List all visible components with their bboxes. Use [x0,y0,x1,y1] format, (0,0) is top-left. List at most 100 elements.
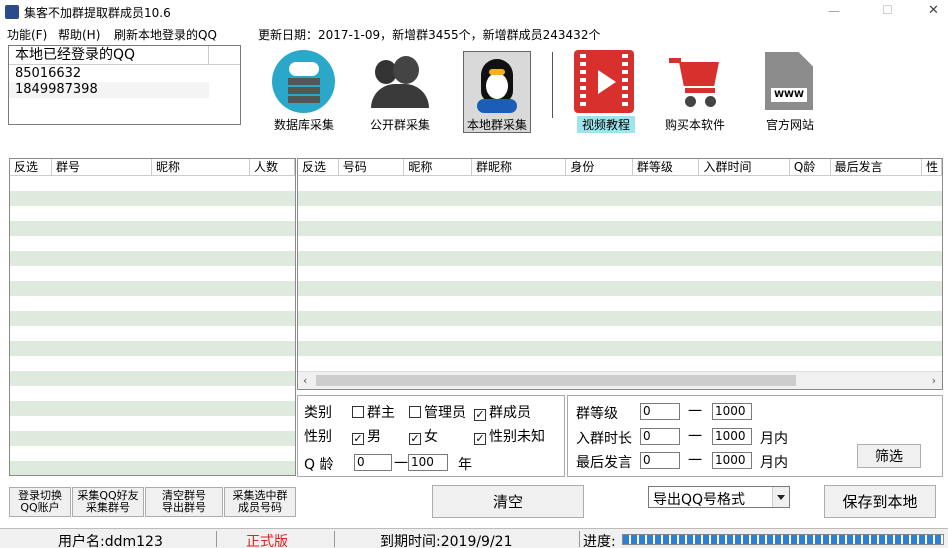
last-to-input[interactable]: 1000 [712,452,752,469]
join-from-input[interactable]: 0 [640,428,680,445]
column-header[interactable]: 昵称 [152,159,250,175]
checkbox-label: 群成员 [489,405,531,421]
filter-panel-left: 类别 群主 管理员 ✓ 群成员 性别 ✓ 男 ✓ 女 ✓ 性别未知 Q 龄 0 一 10… [297,395,565,477]
clear-groups-button[interactable]: 清空群号 导出群号 [145,487,223,517]
toolbar-website[interactable]: WWW 官方网站 [757,50,823,132]
last-dash: 一 [688,453,702,469]
qq-account-item[interactable]: 85016632 [9,66,240,82]
collect-friends-button[interactable]: 采集QQ好友 采集群号 [72,487,144,517]
qage-dash: 一 [394,456,408,472]
gender-label: 性别 [304,429,332,445]
column-header[interactable]: 最后发言 [831,159,923,175]
last-speak-label: 最后发言 [576,455,632,471]
app-icon [5,5,19,19]
member-table-body[interactable] [298,176,942,370]
gender-unknown-checkbox[interactable]: ✓ 性别未知 [474,426,545,446]
gender-male-checkbox[interactable]: ✓ 男 [352,426,381,446]
column-header[interactable]: 群号 [52,159,152,175]
collect-selected-button[interactable]: 采集选中群 成员号码 [224,487,296,517]
qq-penguin-icon [469,55,525,115]
toolbar-video[interactable]: 视频教程 [571,50,637,133]
maximize-button[interactable]: ☐ [882,3,893,17]
checkbox-label: 男 [367,429,381,445]
column-header[interactable]: 昵称 [404,159,472,175]
column-header[interactable]: 群昵称 [472,159,567,175]
cart-icon [665,50,725,113]
status-divider [334,531,335,547]
toolbar-label: 视频教程 [577,116,635,133]
logged-in-header-row: 本地已经登录的QQ [9,46,240,65]
window-title: 集客不加群提取群成员10.6 [24,6,171,20]
close-button[interactable]: ✕ [928,3,939,18]
check-icon: ✓ [474,432,486,445]
filter-panel-right: 群等级 0 一 1000 入群时长 0 一 1000 月内 最后发言 0 一 1… [567,395,943,477]
checkbox-label: 性别未知 [489,429,545,445]
save-local-button[interactable]: 保存到本地 [824,485,936,518]
website-file-icon: WWW [761,50,819,113]
toolbar-database[interactable]: 数据库采集 [268,50,340,132]
menu-function[interactable]: 功能(F) [7,26,47,43]
group-table-header: 反选 群号 昵称 人数 [10,159,295,176]
status-username: 用户名:ddm123 [58,534,163,548]
clear-button[interactable]: 清空 [432,485,584,518]
toolbar-public-group[interactable]: 公开群采集 [363,50,437,132]
last-unit: 月内 [760,455,788,471]
status-edition: 正式版 [246,534,288,548]
title-bar: 集客不加群提取群成员10.6 — ☐ ✕ [0,0,948,26]
category-owner-checkbox[interactable]: 群主 [352,402,395,422]
join-dash: 一 [688,429,702,445]
checkbox-label: 女 [424,429,438,445]
column-header[interactable]: 反选 [10,159,52,175]
status-divider [216,531,217,547]
join-to-input[interactable]: 1000 [712,428,752,445]
level-label: 群等级 [576,406,618,422]
minimize-button[interactable]: — [828,4,840,18]
category-member-checkbox[interactable]: ✓ 群成员 [474,402,531,422]
filter-button[interactable]: 筛选 [857,444,921,468]
join-unit: 月内 [760,431,788,447]
last-from-input[interactable]: 0 [640,452,680,469]
export-format-select[interactable]: 导出QQ号格式 [648,486,790,508]
group-table-body[interactable] [10,176,295,475]
column-header[interactable]: 群等级 [633,159,700,175]
scroll-thumb[interactable] [316,375,796,386]
horizontal-scrollbar[interactable]: ‹ › [298,371,942,389]
toolbar-local-group[interactable]: 本地群采集 [463,51,531,133]
column-header[interactable]: 反选 [298,159,339,175]
database-cloud-icon [272,50,335,113]
file-sample-text: WWW [771,88,807,102]
qage-from-input[interactable]: 0 [354,454,392,471]
button-line: 成员号码 [238,501,282,514]
qage-to-input[interactable]: 100 [408,454,448,471]
button-line: QQ账户 [20,501,60,514]
category-admin-checkbox[interactable]: 管理员 [409,402,466,422]
scroll-right-arrow-icon[interactable]: › [932,374,936,387]
level-to-input[interactable]: 1000 [712,403,752,420]
qage-unit: 年 [458,457,472,473]
level-from-input[interactable]: 0 [640,403,680,420]
login-switch-button[interactable]: 登录切换 QQ账户 [9,487,71,517]
check-icon: ✓ [474,408,486,421]
people-icon [369,50,431,113]
checkbox-label: 管理员 [424,405,466,421]
column-header[interactable]: 入群时间 [699,159,790,175]
checkbox-icon [409,406,421,418]
button-line: 导出群号 [162,501,206,514]
update-notice: 更新日期：2017-1-09，新增群3455个，新增群成员243432个 [258,28,601,42]
menu-help[interactable]: 帮助(H) [58,26,100,43]
toolbar-buy[interactable]: 购买本软件 [660,50,730,132]
status-divider [579,531,580,547]
select-value: 导出QQ号格式 [653,492,746,508]
gender-female-checkbox[interactable]: ✓ 女 [409,426,438,446]
menu-refresh-qq[interactable]: 刷新本地登录的QQ [114,26,217,43]
column-header[interactable]: 人数 [250,159,295,175]
column-header[interactable]: Q龄 [790,159,831,175]
column-header[interactable]: 号码 [339,159,405,175]
progress-fill [623,535,943,544]
column-header[interactable]: 性 [922,159,942,175]
video-icon [574,50,634,113]
qq-account-item[interactable]: 1849987398 [9,82,209,98]
status-expire: 到期时间:2019/9/21 [380,534,513,548]
column-header[interactable]: 身份 [566,159,633,175]
scroll-left-arrow-icon[interactable]: ‹ [303,374,307,387]
